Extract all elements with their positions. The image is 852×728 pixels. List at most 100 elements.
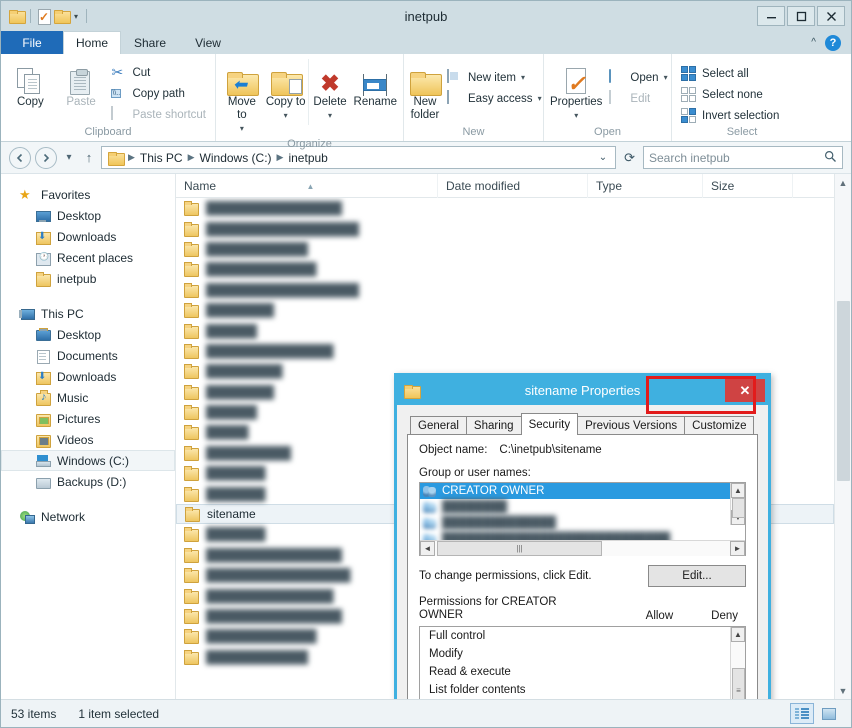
- delete-button[interactable]: ✖ Delete ▾: [307, 59, 352, 125]
- column-header-name[interactable]: Name ▲: [176, 174, 438, 198]
- chevron-down-icon[interactable]: ▾: [521, 73, 525, 82]
- chevron-down-icon[interactable]: ▾: [574, 109, 578, 122]
- recent-locations-button[interactable]: ▾: [61, 152, 77, 163]
- help-icon[interactable]: ?: [825, 34, 841, 51]
- new-item-button[interactable]: New item ▾: [442, 67, 547, 88]
- breadcrumb-this-pc[interactable]: This PC: [138, 151, 185, 165]
- scroll-track[interactable]: |||: [435, 540, 730, 556]
- refresh-icon[interactable]: ⟳: [620, 150, 639, 166]
- list-item[interactable]: Modify: [420, 645, 745, 663]
- sidebar-item-desktop-fav[interactable]: Desktop: [1, 205, 175, 226]
- permissions-scrollbar[interactable]: ▲ ≡ ▼: [730, 627, 745, 699]
- up-button[interactable]: ↑: [81, 150, 97, 165]
- chevron-down-icon[interactable]: ▾: [538, 94, 542, 103]
- move-to-button[interactable]: ⬅ Move to ▾: [220, 59, 264, 138]
- scroll-track[interactable]: [731, 498, 745, 518]
- table-row[interactable]: ██████████████████: [176, 280, 834, 300]
- tab-general[interactable]: General: [410, 416, 467, 435]
- list-item[interactable]: ██████████████: [420, 515, 745, 531]
- folder-icon[interactable]: [9, 10, 26, 24]
- edit-ribbon-button[interactable]: Edit: [604, 88, 672, 109]
- scroll-right-button[interactable]: ►: [730, 540, 745, 556]
- list-item[interactable]: ████████████████████████████: [420, 531, 745, 540]
- tab-file[interactable]: File: [1, 31, 63, 54]
- sidebar-item-backups-d[interactable]: Backups (D:): [1, 471, 175, 492]
- sidebar-item-recent-places[interactable]: Recent places: [1, 247, 175, 268]
- sidebar-item-windows-c[interactable]: Windows (C:): [1, 450, 175, 471]
- tab-security[interactable]: Security: [520, 413, 579, 435]
- sidebar-item-inetpub[interactable]: inetpub: [1, 268, 175, 289]
- scroll-up-button[interactable]: ▲: [731, 483, 745, 498]
- open-button[interactable]: Open ▾: [604, 67, 672, 88]
- select-all-button[interactable]: Select all: [676, 63, 784, 84]
- permissions-listbox[interactable]: Full control Modify Read & execute List …: [419, 626, 746, 699]
- minimize-button[interactable]: [757, 6, 785, 26]
- scroll-down-button[interactable]: ▼: [835, 682, 852, 699]
- scroll-track[interactable]: [835, 191, 852, 682]
- easy-access-button[interactable]: Easy access ▾: [442, 88, 547, 109]
- close-button[interactable]: [817, 6, 845, 26]
- sidebar-item-music[interactable]: Music: [1, 387, 175, 408]
- copy-path-button[interactable]: \\.. Copy path: [106, 83, 211, 104]
- tab-home[interactable]: Home: [63, 31, 122, 54]
- list-item-selected[interactable]: CREATOR OWNER: [420, 483, 745, 499]
- table-row[interactable]: █████████████: [176, 259, 834, 279]
- paste-button[interactable]: Paste: [56, 59, 107, 112]
- select-none-button[interactable]: Select none: [676, 84, 784, 105]
- table-row[interactable]: ███████████████: [176, 341, 834, 361]
- edit-button[interactable]: Edit...: [648, 565, 746, 587]
- group-user-vertical-scrollbar[interactable]: ▲ ▼: [730, 483, 745, 525]
- sidebar-item-pictures[interactable]: Pictures: [1, 408, 175, 429]
- column-header-date-modified[interactable]: Date modified: [438, 174, 588, 198]
- list-item[interactable]: Read & execute: [420, 663, 745, 681]
- file-list-scrollbar[interactable]: ▲ ▼: [834, 174, 851, 699]
- tab-sharing[interactable]: Sharing: [465, 416, 522, 435]
- scroll-thumb[interactable]: [732, 498, 745, 518]
- rename-button[interactable]: Rename: [352, 59, 399, 112]
- table-row[interactable]: ████████████: [176, 239, 834, 259]
- column-header-type[interactable]: Type: [588, 174, 703, 198]
- group-user-horizontal-scrollbar[interactable]: ◄ ||| ►: [420, 540, 745, 556]
- list-item[interactable]: Full control: [420, 627, 745, 645]
- scroll-thumb[interactable]: ≡: [732, 668, 745, 699]
- scroll-left-button[interactable]: ◄: [420, 540, 435, 556]
- sidebar-item-downloads[interactable]: Downloads: [1, 366, 175, 387]
- search-input[interactable]: Search inetpub: [643, 146, 843, 169]
- new-folder-icon[interactable]: [54, 10, 71, 24]
- scroll-up-button[interactable]: ▲: [731, 627, 745, 642]
- copy-to-button[interactable]: Copy to ▾: [264, 59, 308, 125]
- scroll-thumb[interactable]: |||: [437, 540, 603, 556]
- group-user-rows[interactable]: CREATOR OWNER ████████ ██████████████ ██…: [420, 483, 745, 540]
- back-button[interactable]: [9, 146, 31, 169]
- sidebar-section-this-pc[interactable]: This PC: [1, 303, 175, 324]
- sidebar-section-network[interactable]: Network: [1, 506, 175, 527]
- cut-button[interactable]: ✂ Cut: [106, 62, 211, 83]
- chevron-down-icon[interactable]: ▾: [664, 73, 668, 82]
- chevron-down-icon[interactable]: ▾: [284, 109, 288, 122]
- tab-view[interactable]: View: [179, 31, 237, 54]
- paste-shortcut-button[interactable]: Paste shortcut: [106, 104, 211, 125]
- chevron-down-icon[interactable]: ▾: [240, 122, 244, 135]
- table-row[interactable]: ████████████████: [176, 198, 834, 218]
- scroll-thumb[interactable]: [836, 301, 850, 481]
- properties-icon[interactable]: [37, 8, 51, 25]
- properties-button[interactable]: ✓ Properties ▾: [548, 59, 604, 125]
- scroll-track[interactable]: ≡: [731, 642, 745, 699]
- tab-share[interactable]: Share: [121, 31, 179, 54]
- forward-button[interactable]: [35, 146, 57, 169]
- large-icons-view-button[interactable]: [817, 703, 841, 724]
- chevron-down-icon[interactable]: ▾: [72, 12, 80, 21]
- details-view-button[interactable]: [790, 703, 814, 724]
- collapse-ribbon-icon[interactable]: ^: [811, 37, 816, 48]
- tab-previous-versions[interactable]: Previous Versions: [577, 416, 686, 435]
- chevron-down-icon[interactable]: ⌄: [595, 152, 611, 163]
- table-row[interactable]: ██████████████████: [176, 218, 834, 238]
- sidebar-item-downloads-fav[interactable]: Downloads: [1, 226, 175, 247]
- maximize-button[interactable]: [787, 6, 815, 26]
- list-item[interactable]: ████████: [420, 499, 745, 515]
- new-folder-button[interactable]: New folder: [408, 59, 442, 125]
- tab-customize[interactable]: Customize: [684, 416, 755, 435]
- sidebar-item-videos[interactable]: Videos: [1, 429, 175, 450]
- table-row[interactable]: ██████: [176, 320, 834, 340]
- scroll-up-button[interactable]: ▲: [835, 174, 852, 191]
